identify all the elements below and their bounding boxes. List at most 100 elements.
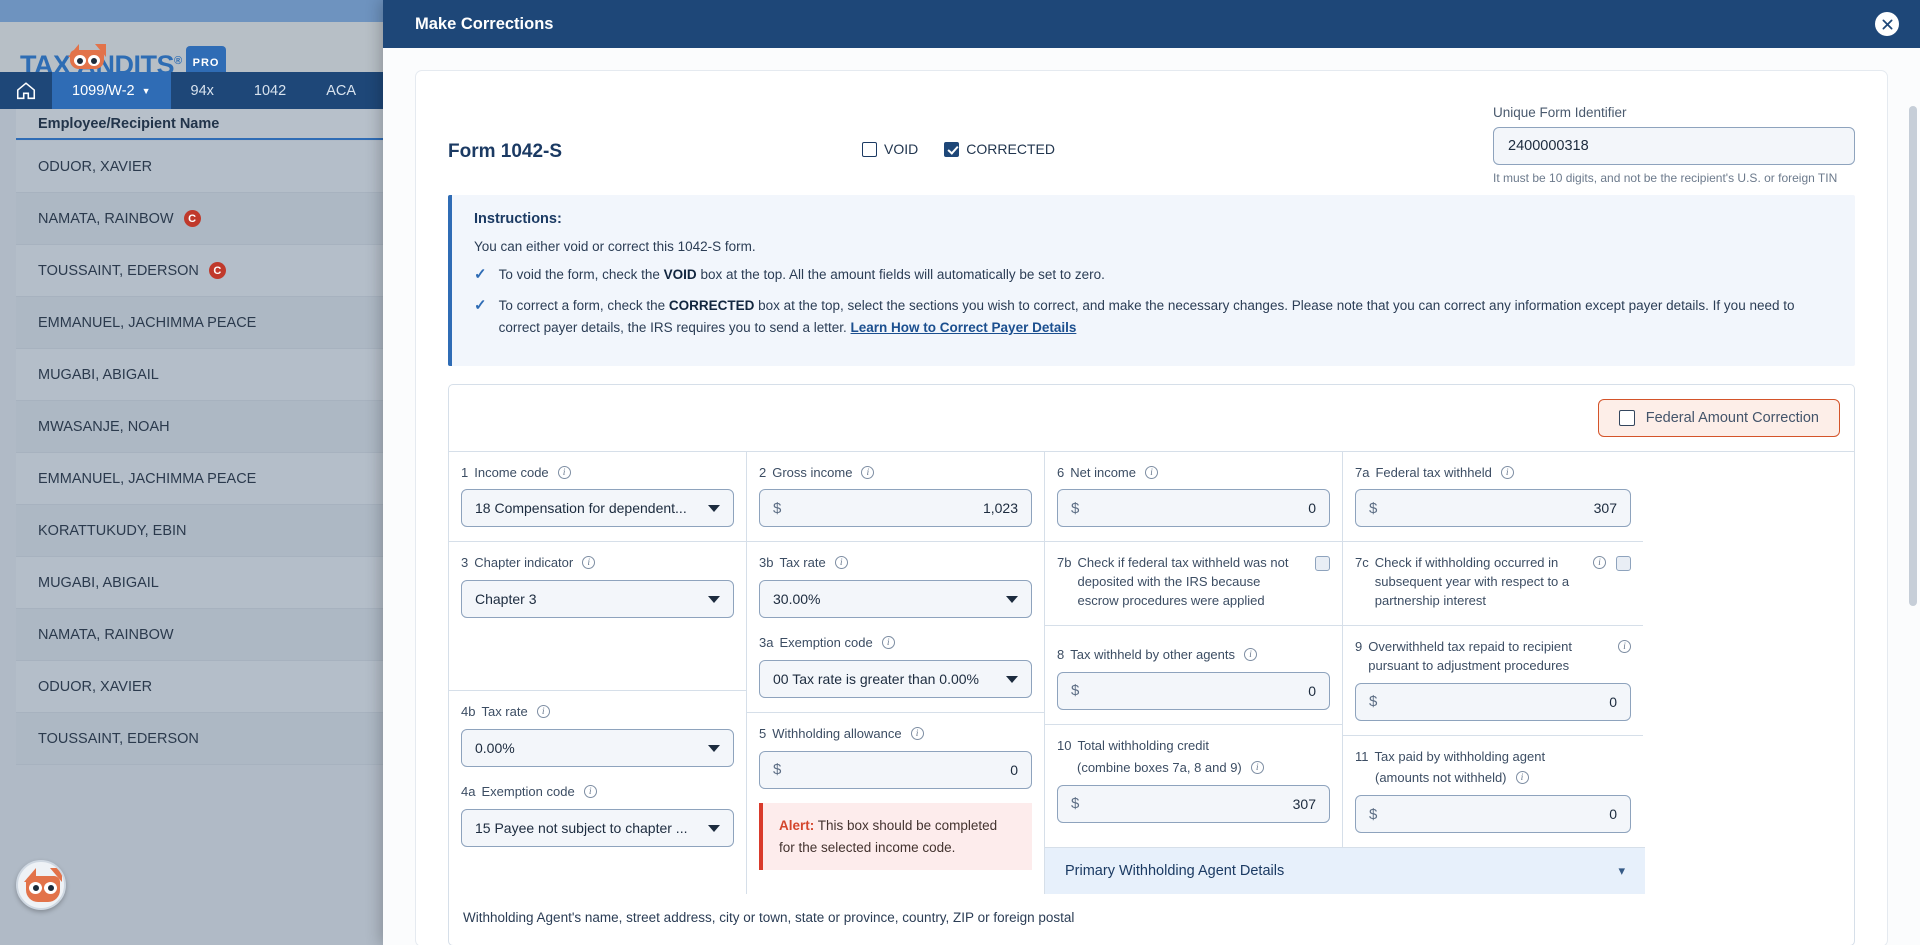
- tax-rate-3b-select[interactable]: 30.00%: [759, 580, 1032, 619]
- nav-item-aca[interactable]: ACA: [306, 72, 376, 109]
- nav-item-94x[interactable]: 94x: [171, 72, 234, 109]
- corrected-checkbox[interactable]: CORRECTED: [944, 141, 1055, 157]
- primary-withholding-agent-section-toggle[interactable]: Primary Withholding Agent Details ▾: [1045, 847, 1645, 895]
- chevron-down-icon: [708, 744, 720, 752]
- info-icon[interactable]: i: [582, 556, 596, 570]
- field-label: Exemption code: [779, 635, 873, 651]
- tax-withheld-other-agents-input[interactable]: $ 0: [1057, 671, 1330, 710]
- check-icon: ✓: [474, 266, 487, 283]
- recipient-list-header-label: Employee/Recipient Name: [38, 115, 220, 132]
- income-code-value: 18 Compensation for dependent...: [475, 500, 687, 517]
- tax-paid-by-agent-input[interactable]: $ 0: [1355, 795, 1631, 834]
- check-icon: ✓: [474, 296, 487, 314]
- home-icon[interactable]: [0, 72, 52, 109]
- field-num: 4a: [461, 784, 476, 800]
- info-icon[interactable]: i: [557, 465, 571, 479]
- ufi-label: Unique Form Identifier: [1493, 105, 1627, 120]
- field-num: 1: [461, 464, 469, 480]
- nav-item-1099-w2[interactable]: 1099/W-2 ▼: [52, 72, 171, 109]
- chapter-indicator-select[interactable]: Chapter 3: [461, 580, 734, 619]
- info-icon[interactable]: i: [881, 636, 895, 650]
- corrected-badge: C: [208, 262, 226, 279]
- recipient-name: ODUOR, XAVIER: [38, 678, 153, 695]
- void-corrected-group: VOID CORRECTED: [862, 141, 1055, 157]
- field-tax-withheld-other-agents: 8 Tax withheld by other agents i $ 0: [1045, 626, 1342, 725]
- net-income-input[interactable]: $ 0: [1057, 489, 1330, 528]
- tax-rate-4b-select[interactable]: 0.00%: [461, 729, 734, 768]
- unique-form-identifier-group: Unique Form Identifier It must be 10 dig…: [1493, 105, 1855, 185]
- field-label: Chapter indicator: [474, 555, 574, 571]
- nav-label: 1099/W-2: [72, 82, 135, 99]
- info-icon[interactable]: i: [1250, 760, 1264, 774]
- corrected-badge: C: [183, 210, 201, 227]
- field-num: 7c: [1355, 555, 1369, 571]
- ufi-input[interactable]: [1493, 127, 1855, 165]
- close-icon[interactable]: [1875, 12, 1899, 36]
- withholding-allowance-input[interactable]: $ 0: [759, 750, 1032, 789]
- corrected-checkbox-box[interactable]: [944, 141, 960, 157]
- federal-amount-correction-checkbox[interactable]: Federal Amount Correction: [1597, 398, 1840, 437]
- box-7b-checkbox[interactable]: [1315, 556, 1330, 572]
- field-label: Gross income: [772, 464, 853, 480]
- federal-amount-correction-box[interactable]: [1618, 409, 1635, 426]
- corrected-label: CORRECTED: [966, 141, 1055, 157]
- info-icon[interactable]: i: [583, 785, 597, 799]
- info-icon[interactable]: i: [1593, 556, 1606, 570]
- info-icon[interactable]: i: [1244, 648, 1258, 662]
- info-icon[interactable]: i: [1144, 465, 1158, 479]
- field-chapter-indicator: 3 Chapter indicator i Chapter 3: [449, 542, 746, 692]
- void-checkbox-box[interactable]: [862, 141, 878, 157]
- form-fields-panel: Federal Amount Correction 1 Income code i …: [448, 383, 1855, 945]
- field-net-income: 6 Net income i $ 0: [1045, 452, 1342, 543]
- registered-icon: ®: [174, 55, 182, 67]
- gross-income-input[interactable]: $ 1,023: [759, 489, 1032, 528]
- grid-column-c: 6 Net income i $ 0 7b Check if federal tax …: [1045, 451, 1343, 848]
- exemption-code-3a-select[interactable]: 00 Tax rate is greater than 0.00%: [759, 660, 1032, 699]
- field-label-2: (combine boxes 7a, 8 and 9): [1077, 759, 1242, 775]
- recipient-name: MUGABI, ABIGAIL: [38, 574, 159, 591]
- tax-withheld-other-agents-value: 0: [1308, 682, 1316, 699]
- recipient-name: KORATTUKUDY, EBIN: [38, 522, 187, 539]
- modal-scrollbar[interactable]: [1909, 106, 1917, 606]
- info-icon[interactable]: i: [861, 465, 875, 479]
- chat-support-icon[interactable]: [16, 860, 66, 910]
- info-icon[interactable]: i: [536, 705, 550, 719]
- modal-title: Make Corrections: [415, 14, 554, 33]
- field-tax-paid-by-agent: 11 Tax paid by withholding agent (amounts…: [1343, 736, 1643, 848]
- instructions-title: Instructions:: [474, 211, 562, 227]
- ins1-pre: To void the form, check the: [498, 267, 664, 282]
- nav-label: 1042: [253, 82, 287, 99]
- info-icon[interactable]: i: [1500, 465, 1514, 479]
- federal-tax-withheld-input[interactable]: $ 307: [1355, 489, 1631, 528]
- recipient-name: NAMATA, RAINBOW: [38, 210, 174, 227]
- void-checkbox[interactable]: VOID: [862, 141, 918, 157]
- field-num: 10: [1057, 737, 1072, 753]
- modal-body: Form 1042-S VOID CORRECTED Unique Form I…: [383, 48, 1920, 945]
- federal-tax-withheld-value: 307: [1593, 500, 1617, 517]
- chevron-down-icon: ▾: [1618, 863, 1625, 879]
- total-withholding-credit-value: 307: [1292, 795, 1316, 812]
- currency-icon: $: [1369, 693, 1378, 711]
- field-box-7c: 7c Check if withholding occurred in subse…: [1343, 542, 1643, 626]
- nav-item-1042[interactable]: 1042: [234, 72, 306, 109]
- info-icon[interactable]: i: [1618, 639, 1631, 653]
- field-num: 11: [1355, 748, 1369, 764]
- overwithheld-tax-value: 0: [1609, 693, 1617, 710]
- info-icon[interactable]: i: [910, 727, 924, 741]
- chevron-down-icon: [1006, 595, 1018, 603]
- field-num: 7b: [1057, 555, 1072, 571]
- info-icon[interactable]: i: [834, 556, 848, 570]
- instructions-item-void: ✓ To void the form, check the VOID box a…: [474, 264, 1833, 286]
- field-num: 6: [1057, 464, 1065, 480]
- income-code-select[interactable]: 18 Compensation for dependent...: [461, 489, 734, 528]
- field-label: Federal tax withheld: [1375, 464, 1492, 480]
- learn-correct-payer-details-link[interactable]: Learn How to Correct Payer Details: [851, 320, 1077, 335]
- overwithheld-tax-input[interactable]: $ 0: [1355, 682, 1631, 721]
- box-7c-checkbox[interactable]: [1616, 556, 1631, 572]
- withholding-allowance-alert: Alert: This box should be completed for …: [759, 802, 1032, 871]
- field-label: Check if federal tax withheld was not de…: [1077, 555, 1289, 609]
- total-withholding-credit-input[interactable]: $ 307: [1057, 784, 1330, 823]
- info-icon[interactable]: i: [1515, 771, 1529, 785]
- field-num: 5: [759, 726, 767, 742]
- exemption-code-4a-select[interactable]: 15 Payee not subject to chapter ...: [461, 809, 734, 848]
